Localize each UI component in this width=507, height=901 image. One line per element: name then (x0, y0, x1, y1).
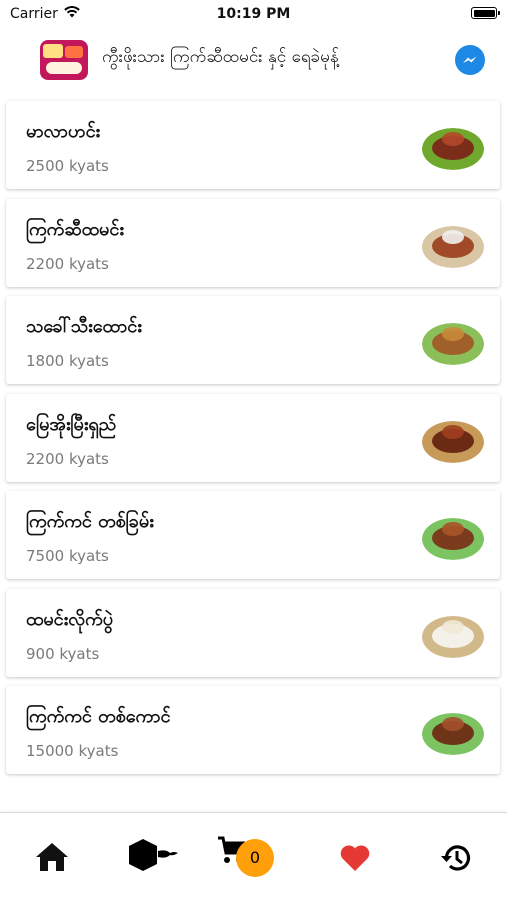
menu-item[interactable]: မာလာဟင်း 2500 kyats (6, 101, 500, 189)
heart-icon[interactable] (339, 843, 371, 873)
menu-item-name: သခေါ်သီးထောင်း (26, 316, 142, 337)
menu-item-name: ကြက်ကင် တစ်ကောင် (26, 706, 171, 727)
category-icon[interactable] (124, 837, 180, 877)
menu-item[interactable]: ကြက်ဆီထမင်း 2200 kyats (6, 199, 500, 287)
menu-item[interactable]: ကြက်ကင် တစ်ခြမ်း 7500 kyats (6, 491, 500, 579)
messenger-icon[interactable] (455, 45, 485, 75)
menu-item[interactable]: ထမင်းလိုက်ပွဲ 900 kyats (6, 589, 500, 677)
clock: 10:19 PM (216, 6, 291, 22)
salad-dish-image (422, 323, 484, 365)
home-icon[interactable] (34, 841, 70, 873)
clay-pot-noodle-image (422, 421, 484, 463)
menu-item-price: 900 kyats (26, 645, 100, 663)
menu-item-price: 2200 kyats (26, 255, 109, 273)
menu-item-price: 1800 kyats (26, 352, 109, 370)
status-bar: Carrier 10:19 PM (0, 0, 507, 28)
menu-item-name: ကြက်ဆီထမင်း (26, 219, 124, 240)
app-header: ကွီးဖိုးသား ကြက်ဆီထမင်း နှင့် ရေခဲမုန့် (0, 28, 507, 92)
menu-item-name: မြေအိုးမြီးရှည် (26, 414, 117, 435)
whole-grilled-chicken-image (422, 713, 484, 755)
history-icon[interactable] (440, 842, 472, 874)
menu-item[interactable]: မြေအိုးမြီးရှည် 2200 kyats (6, 394, 500, 482)
curry-dish-image (422, 128, 484, 170)
menu-item-price: 15000 kyats (26, 742, 119, 760)
bottom-nav: 0 (0, 812, 507, 901)
rice-plate-image (422, 616, 484, 658)
half-grilled-chicken-image (422, 518, 484, 560)
menu-item-name: မာလာဟင်း (26, 121, 101, 142)
menu-item-name: ထမင်းလိုက်ပွဲ (26, 609, 113, 630)
battery-icon (471, 7, 500, 19)
menu-item[interactable]: ကြက်ကင် တစ်ကောင် 15000 kyats (6, 686, 500, 774)
menu-item-price: 2200 kyats (26, 450, 109, 468)
menu-item-name: ကြက်ကင် တစ်ခြမ်း (26, 511, 154, 532)
menu-item-price: 2500 kyats (26, 157, 109, 175)
cart-count-badge: 0 (236, 839, 274, 877)
shop-logo-icon (40, 40, 88, 80)
chicken-rice-image (422, 226, 484, 268)
page-title: ကွီးဖိုးသား ကြက်ဆီထမင်း နှင့် ရေခဲမုန့် (102, 47, 339, 67)
menu-item[interactable]: သခေါ်သီးထောင်း 1800 kyats (6, 296, 500, 384)
menu-item-price: 7500 kyats (26, 547, 109, 565)
